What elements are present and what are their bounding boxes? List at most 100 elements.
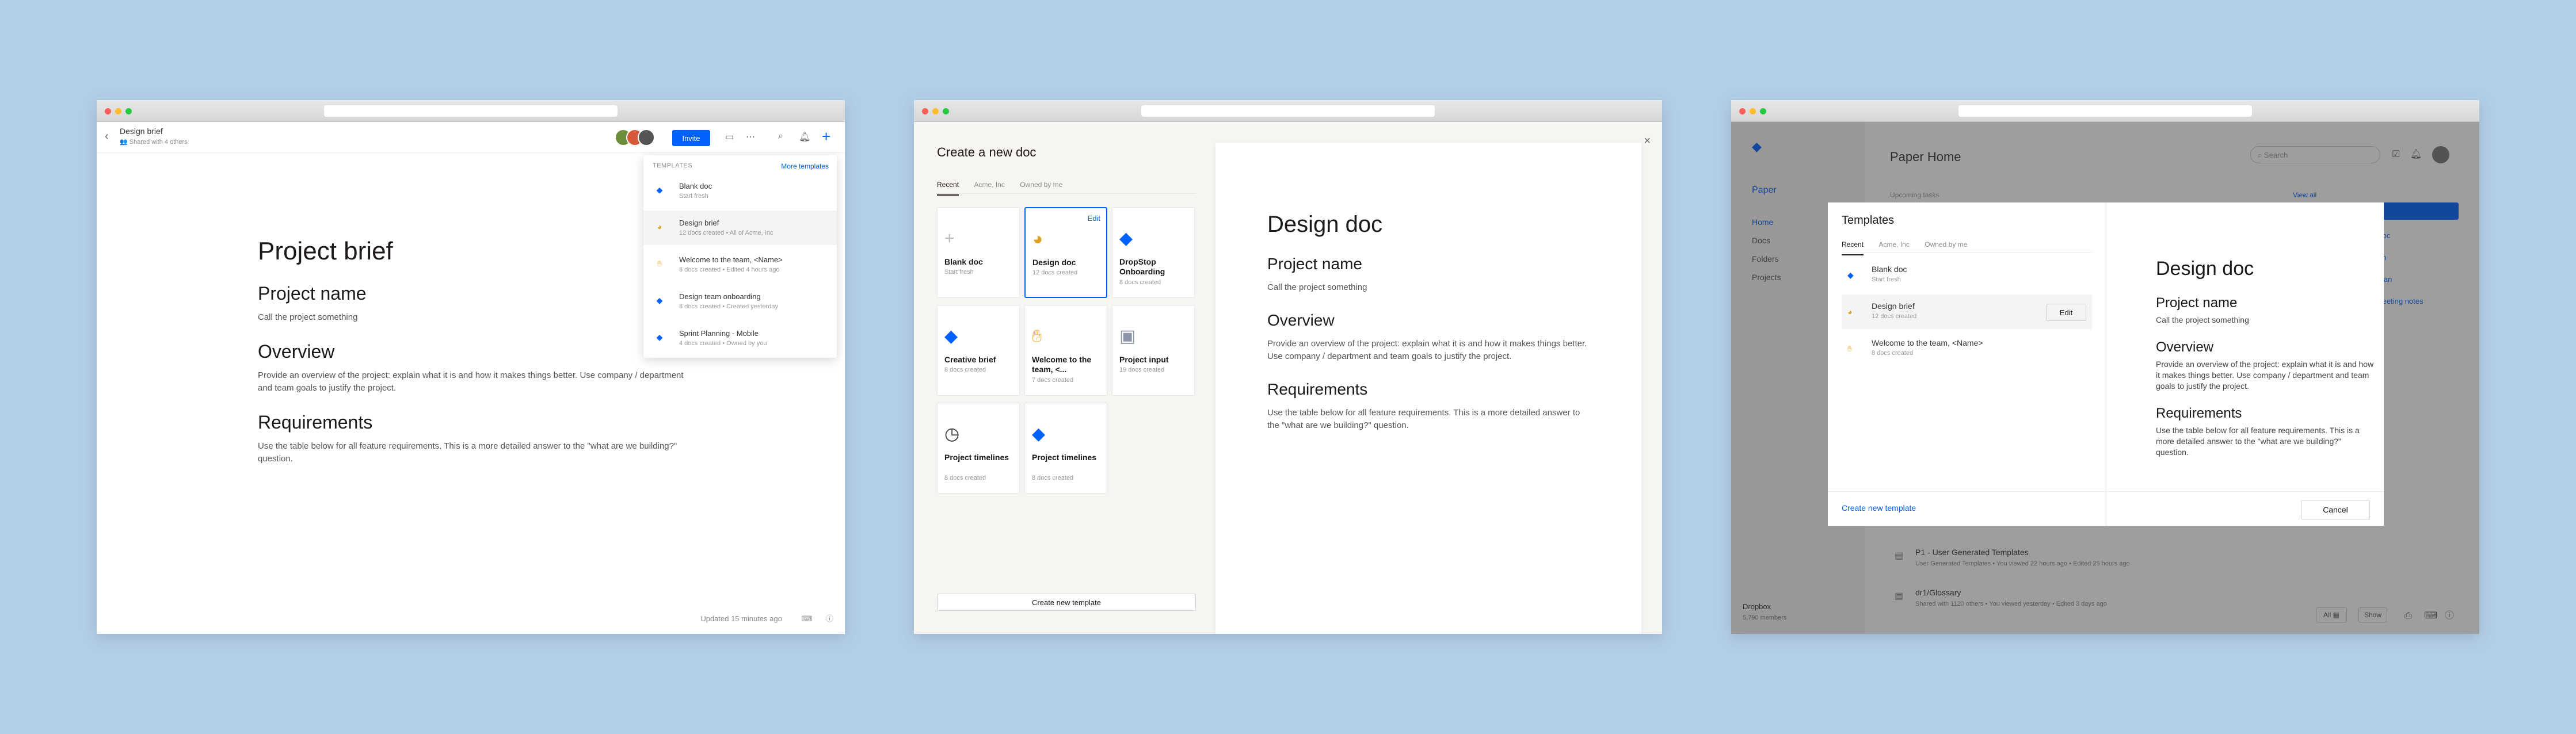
template-item[interactable]: ◆ Design team onboarding 8 docs created … xyxy=(643,284,837,319)
modal-footer: Create new template Cancel xyxy=(1828,491,2384,526)
card-title: DropStop Onboarding xyxy=(1119,257,1165,276)
shared-info[interactable]: 👥 Shared with 4 others xyxy=(120,138,188,146)
template-card[interactable]: ◆ Creative brief 8 docs created xyxy=(937,305,1020,396)
keyboard-icon[interactable]: ⌨ xyxy=(802,614,813,623)
invite-button[interactable]: Invite xyxy=(672,130,710,146)
template-sub: 8 docs created • Edited 4 hours ago xyxy=(679,266,780,273)
create-template-button[interactable]: Create new template xyxy=(937,594,1196,611)
card-sub: 8 docs created xyxy=(944,366,986,373)
more-icon[interactable]: ⋯ xyxy=(746,131,755,143)
doc-heading: Project brief xyxy=(258,237,393,265)
browser-chrome xyxy=(97,100,845,122)
card-title: Welcome to the team, <... xyxy=(1032,355,1092,374)
palette-icon: ◕ xyxy=(1032,230,1043,249)
card-title: Blank doc xyxy=(944,257,983,266)
cancel-button[interactable]: Cancel xyxy=(2301,500,2370,519)
window-create-doc: Create a new doc Recent Acme, Inc Owned … xyxy=(914,100,1662,634)
template-card[interactable]: ◆ Project timelines 8 docs created xyxy=(1024,403,1107,494)
template-item[interactable]: ◕ Design brief 12 docs created • All of … xyxy=(643,211,837,245)
doc-title: Design brief xyxy=(120,127,163,136)
card-title: Project input xyxy=(1119,355,1169,364)
template-item[interactable]: ✋︎ Welcome to the team, <Name> 8 docs cr… xyxy=(643,247,837,282)
card-sub: 8 docs created xyxy=(944,475,986,481)
preview-title: Design doc xyxy=(2156,258,2254,280)
tab-acme[interactable]: Acme, Inc xyxy=(974,181,1004,194)
more-templates-link[interactable]: More templates xyxy=(781,162,829,170)
url-bar[interactable] xyxy=(1958,105,2252,117)
template-title: Design team onboarding xyxy=(679,292,761,301)
modal-title: Templates xyxy=(1842,214,1895,227)
dialog-title: Create a new doc xyxy=(937,145,1037,159)
blue-diamond-icon: ◆ xyxy=(1032,425,1046,444)
template-card[interactable]: ✋︎ Welcome to the team, <... 7 docs crea… xyxy=(1024,305,1107,396)
card-sub: 8 docs created xyxy=(1119,279,1161,286)
tab-owned[interactable]: Owned by me xyxy=(1020,181,1062,194)
template-card[interactable]: ◷ Project timelines 8 docs created xyxy=(937,403,1020,494)
section-text: Call the project something xyxy=(1267,282,1367,292)
close-icon[interactable]: × xyxy=(1644,135,1651,148)
people-icon: 👥 xyxy=(120,139,129,146)
section-heading: Project name xyxy=(258,283,367,304)
template-sub: 8 docs created • Created yesterday xyxy=(679,303,778,310)
help-icon[interactable]: ⓘ xyxy=(826,614,833,623)
edit-link[interactable]: Edit xyxy=(1088,214,1100,223)
section-heading: Project name xyxy=(2156,295,2238,311)
template-card[interactable]: ▣ Project input 19 docs created xyxy=(1112,305,1195,396)
search-icon[interactable]: ⌕ xyxy=(778,131,783,142)
templates-list-panel: Templates Recent Acme, Inc Owned by me ◆… xyxy=(1828,202,2106,526)
back-arrow-icon[interactable]: ‹ xyxy=(105,130,109,143)
template-sub: Start fresh xyxy=(1872,276,1901,283)
minimize-window-icon[interactable] xyxy=(115,108,121,114)
blue-diamond-icon: ◆ xyxy=(656,185,663,194)
template-card[interactable]: Edit ◕ Design doc 12 docs created xyxy=(1024,207,1107,298)
close-window-icon[interactable] xyxy=(922,108,928,114)
template-item[interactable]: ◆ Sprint Planning - Mobile 4 docs create… xyxy=(643,321,837,355)
maximize-window-icon[interactable] xyxy=(943,108,949,114)
url-bar[interactable] xyxy=(324,105,618,117)
bell-icon[interactable]: 🔔︎ xyxy=(799,131,810,143)
chat-bubble-icon: ▣ xyxy=(1119,327,1136,346)
url-bar[interactable] xyxy=(1141,105,1435,117)
close-window-icon[interactable] xyxy=(1739,108,1746,114)
tab-recent[interactable]: Recent xyxy=(1842,240,1864,255)
plus-icon: + xyxy=(944,229,955,248)
minimize-window-icon[interactable] xyxy=(932,108,939,114)
section-text: Call the project something xyxy=(2156,315,2249,324)
template-tabs: Recent Acme, Inc Owned by me xyxy=(1842,239,1980,255)
browser-chrome xyxy=(1731,100,2479,122)
palette-icon: ◕ xyxy=(657,222,662,231)
avatar[interactable] xyxy=(638,129,655,146)
template-item[interactable]: ◆ Blank doc Start fresh xyxy=(1842,258,2092,292)
card-sub: 7 docs created xyxy=(1032,377,1074,384)
create-template-link[interactable]: Create new template xyxy=(1842,503,1916,513)
templates-label: TEMPLATES xyxy=(653,162,693,169)
edit-button[interactable]: Edit xyxy=(2046,304,2086,321)
maximize-window-icon[interactable] xyxy=(1760,108,1766,114)
minimize-window-icon[interactable] xyxy=(1750,108,1756,114)
template-picker: Create a new doc Recent Acme, Inc Owned … xyxy=(914,122,1209,634)
wave-hand-icon: ✋︎ xyxy=(657,259,662,268)
section-text: Call the project something xyxy=(258,312,358,322)
template-item[interactable]: ◆ Blank doc Start fresh xyxy=(643,174,837,208)
template-title: Welcome to the team, <Name> xyxy=(1872,338,1983,347)
maximize-window-icon[interactable] xyxy=(125,108,132,114)
tab-divider xyxy=(937,193,1196,194)
template-item[interactable]: ✋︎ Welcome to the team, <Name> 8 docs cr… xyxy=(1842,331,2092,366)
window-paper-home: ◆ Paper Home Docs Folders Projects Dropb… xyxy=(1731,100,2479,634)
close-window-icon[interactable] xyxy=(105,108,111,114)
template-item[interactable]: ◕ Design brief 12 docs created Edit xyxy=(1842,295,2092,329)
section-heading: Overview xyxy=(1267,311,1335,329)
template-card[interactable]: + Blank doc Start fresh xyxy=(937,207,1020,298)
section-heading: Requirements xyxy=(2156,406,2242,421)
preview-title: Design doc xyxy=(1267,212,1383,237)
section-text: Provide an overview of the project: expl… xyxy=(258,370,684,393)
template-sub: 4 docs created • Owned by you xyxy=(679,340,767,347)
template-preview: Design doc Project name Call the project… xyxy=(2156,258,2375,472)
template-card[interactable]: ◆ DropStop Onboarding 8 docs created xyxy=(1112,207,1195,298)
plus-icon[interactable]: + xyxy=(822,128,830,146)
blue-diamond-icon: ◆ xyxy=(1847,270,1854,280)
blue-diamond-icon: ◆ xyxy=(1119,229,1133,248)
templates-modal: Templates Recent Acme, Inc Owned by me ◆… xyxy=(1828,202,2384,526)
present-icon[interactable]: ▭ xyxy=(725,131,734,143)
section-text: Use the table below for all feature requ… xyxy=(2156,426,2360,457)
